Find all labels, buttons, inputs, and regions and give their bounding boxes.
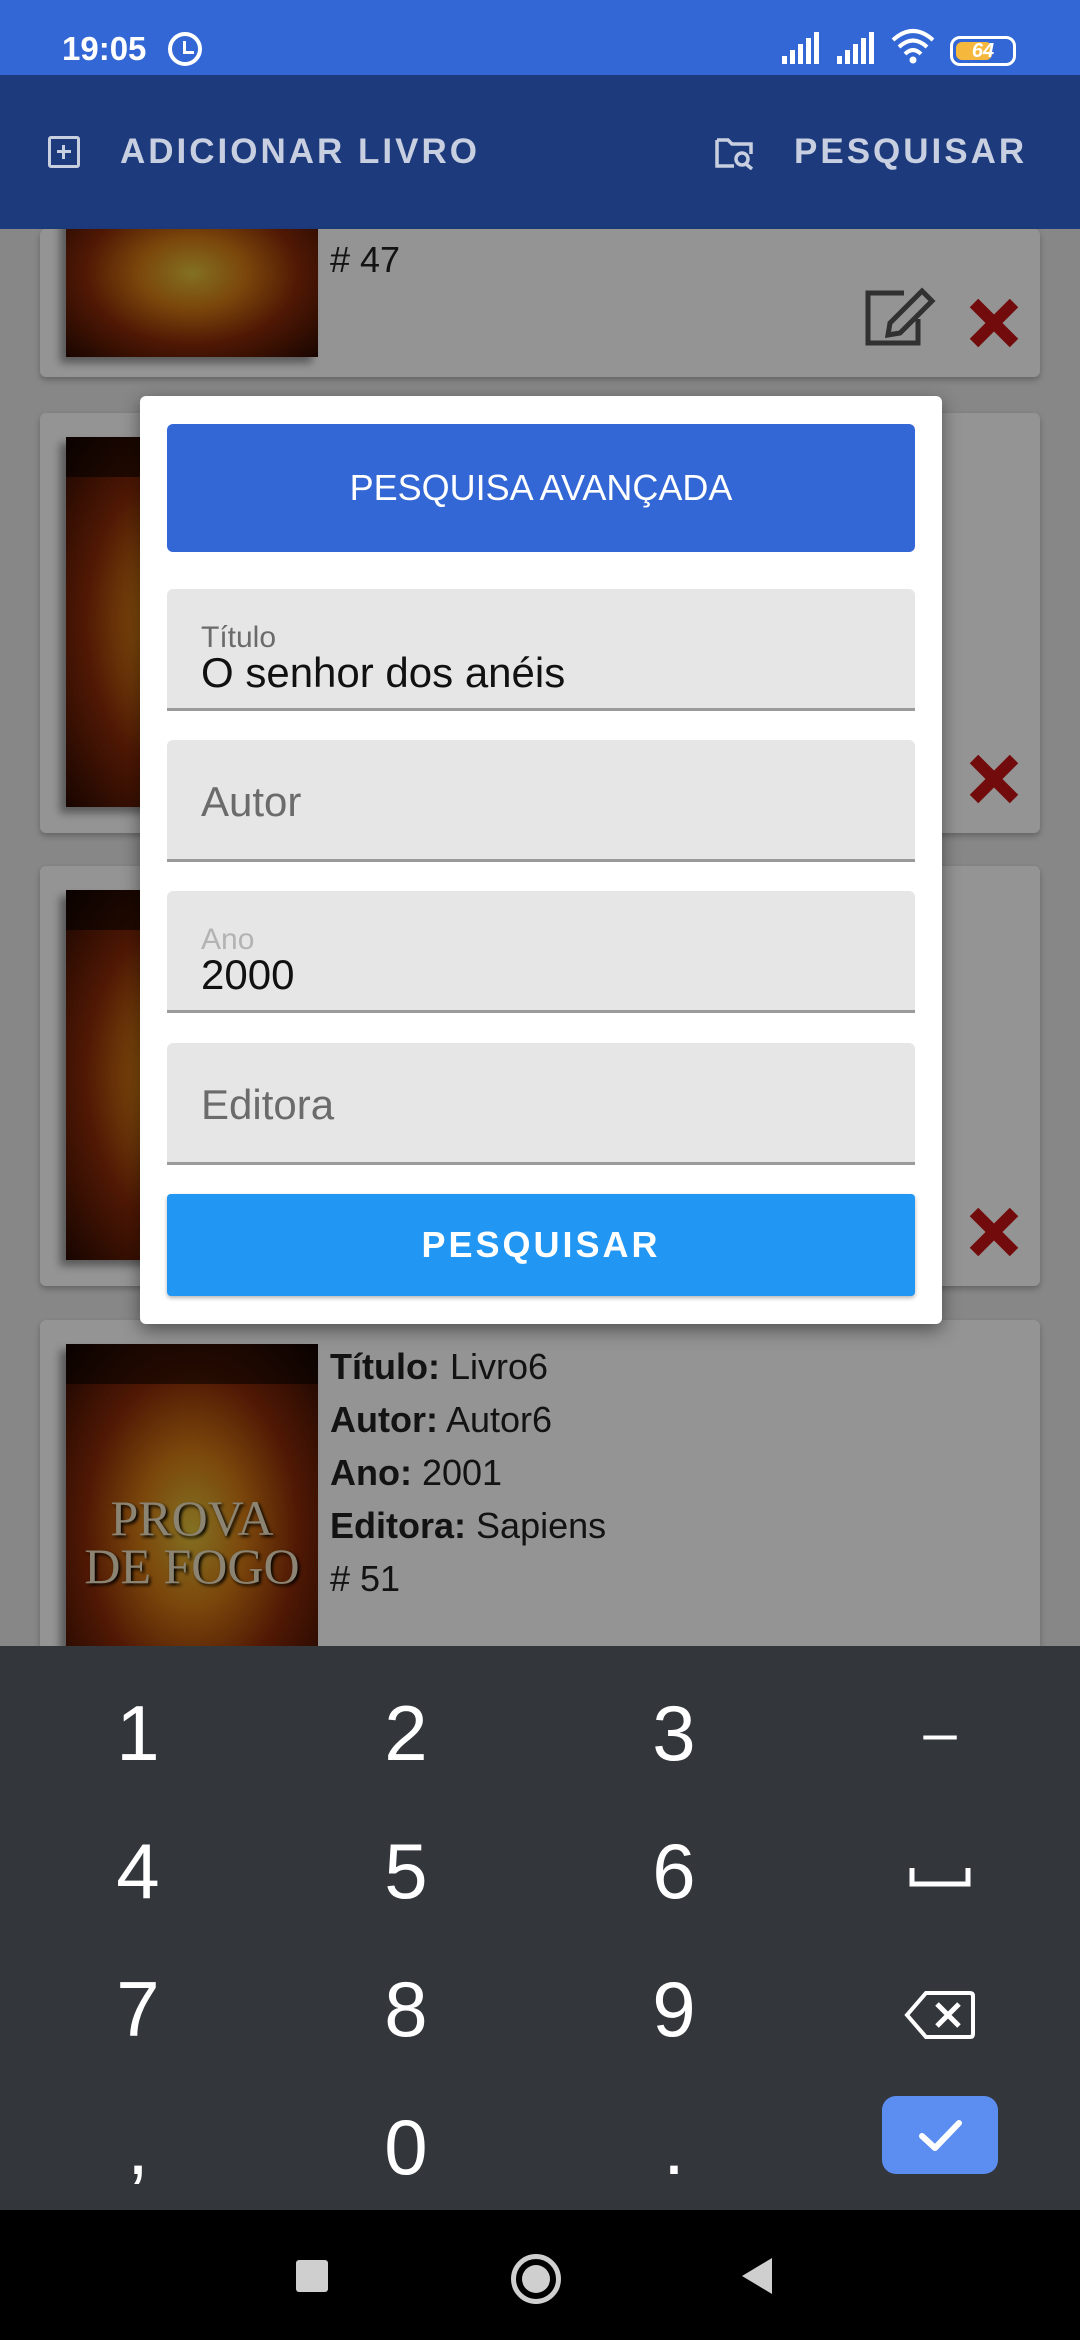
key-2[interactable]: 2: [306, 1668, 506, 1798]
status-time: 19:05: [62, 30, 147, 67]
advanced-search-dialog: PESQUISA AVANÇADA Título O senhor dos an…: [140, 396, 942, 1324]
key-period[interactable]: .: [574, 2082, 774, 2212]
home-button[interactable]: [511, 2254, 561, 2304]
done-key[interactable]: [882, 2096, 998, 2174]
key-0[interactable]: 0: [306, 2082, 506, 2212]
search-label: PESQUISAR: [794, 132, 1028, 171]
title-field-value: O senhor dos anéis: [201, 649, 566, 696]
check-icon: [919, 2120, 962, 2151]
alarm-icon: [168, 32, 202, 66]
wifi-icon: [891, 29, 935, 64]
folder-search-icon: [715, 138, 754, 170]
recents-button[interactable]: [296, 2260, 328, 2292]
title-field[interactable]: Título O senhor dos anéis: [167, 589, 915, 711]
key-9[interactable]: 9: [574, 1944, 774, 2074]
key-comma[interactable]: ,: [38, 2082, 238, 2212]
key-7[interactable]: 7: [38, 1944, 238, 2074]
year-field[interactable]: Ano 2000: [167, 891, 915, 1013]
space-key[interactable]: [840, 1806, 1040, 1936]
battery-icon: 64: [950, 36, 1016, 66]
status-bar: 19:05 64: [0, 0, 1080, 75]
signal-icon: [837, 32, 874, 64]
numeric-keyboard: 1 2 3 – 4 5 6 7 8 9 , 0 .: [0, 1646, 1080, 2210]
year-field-value: 2000: [201, 951, 295, 998]
key-1[interactable]: 1: [38, 1668, 238, 1798]
publisher-field[interactable]: Editora: [167, 1043, 915, 1165]
space-icon: [909, 1868, 971, 1887]
add-book-label: ADICIONAR LIVRO: [120, 132, 480, 171]
key-3[interactable]: 3: [574, 1668, 774, 1798]
key-6[interactable]: 6: [574, 1806, 774, 1936]
dialog-title: PESQUISA AVANÇADA: [167, 424, 915, 552]
key-5[interactable]: 5: [306, 1806, 506, 1936]
add-box-icon: [48, 136, 80, 168]
dialog-search-button[interactable]: PESQUISAR: [167, 1194, 915, 1296]
search-button[interactable]: PESQUISAR: [714, 130, 1027, 174]
back-button[interactable]: [742, 2258, 772, 2294]
battery-level: 64: [971, 40, 995, 62]
backspace-key[interactable]: [840, 1944, 1040, 2074]
author-field[interactable]: Autor: [167, 740, 915, 862]
navigation-bar: [0, 2210, 1080, 2340]
app-toolbar: ADICIONAR LIVRO PESQUISAR: [0, 75, 1080, 229]
key-4[interactable]: 4: [38, 1806, 238, 1936]
backspace-icon: [904, 1991, 975, 2040]
add-book-button[interactable]: ADICIONAR LIVRO: [48, 130, 480, 174]
publisher-field-placeholder: Editora: [201, 1081, 335, 1128]
author-field-placeholder: Autor: [201, 778, 302, 825]
key-minus[interactable]: –: [840, 1668, 1040, 1798]
key-8[interactable]: 8: [306, 1944, 506, 2074]
signal-icon: [782, 32, 819, 64]
